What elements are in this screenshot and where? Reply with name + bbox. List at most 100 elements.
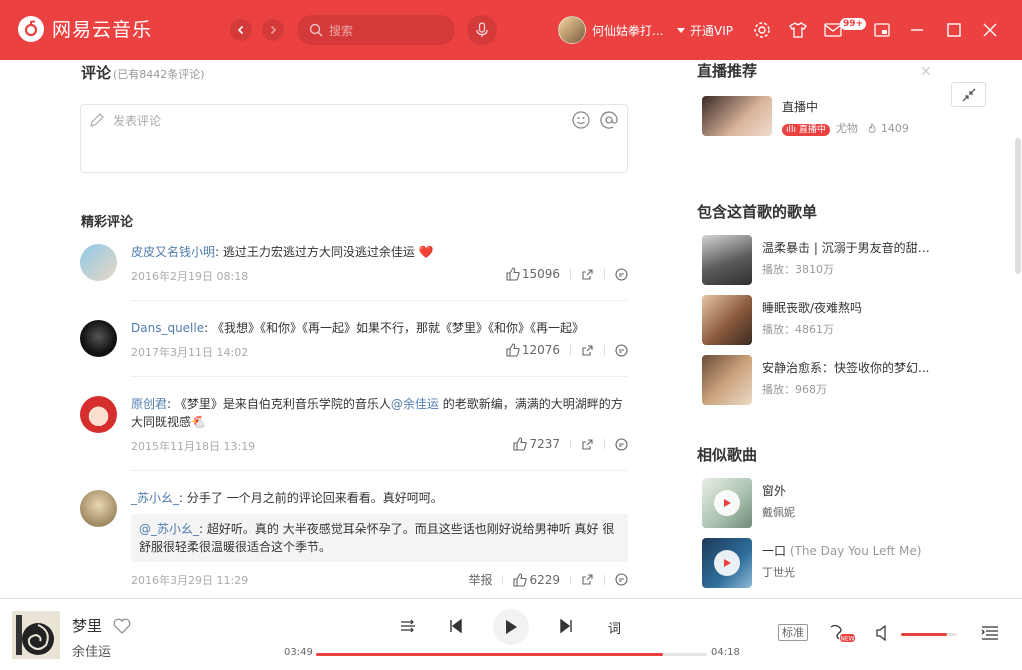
skin-button[interactable] bbox=[788, 20, 808, 40]
commenter-name[interactable]: 皮皮又名钱小明 bbox=[131, 245, 215, 259]
reply-icon[interactable] bbox=[615, 437, 628, 451]
close-icon bbox=[983, 23, 997, 37]
playlist-name: 温柔暴击 | 沉溺于男友音的甜蜜中 bbox=[762, 241, 937, 255]
comment-text: _苏小幺_: 分手了 一个月之前的评论回来看看。真好呵呵。 bbox=[131, 491, 443, 505]
commenter-avatar[interactable] bbox=[80, 490, 117, 527]
mention-link[interactable]: @余佳运 bbox=[391, 397, 439, 411]
maximize-icon bbox=[947, 23, 961, 37]
fire-icon bbox=[868, 123, 876, 133]
quoted-reply: @_苏小幺_: 超好听。真的 大半夜感觉耳朵怀孕了。而且这些话也刚好说给男神听 … bbox=[131, 514, 628, 562]
back-button[interactable] bbox=[230, 19, 252, 41]
reply-icon[interactable] bbox=[615, 267, 628, 281]
live-meta: ıllı 直播中 尤物 1409 bbox=[782, 120, 909, 136]
similar-song-item[interactable]: 窗外 戴佩妮 bbox=[702, 478, 1002, 528]
song-artist[interactable]: 戴佩妮 bbox=[762, 504, 795, 520]
commenter-avatar[interactable] bbox=[80, 244, 117, 281]
settings-button[interactable] bbox=[752, 20, 772, 40]
voice-search-button[interactable] bbox=[467, 15, 497, 45]
now-playing-artist[interactable]: 余佳运 bbox=[72, 641, 111, 660]
song-cover bbox=[702, 478, 752, 528]
play-song-button[interactable] bbox=[714, 490, 740, 516]
comment-textarea[interactable]: 发表评论 bbox=[80, 104, 628, 173]
username[interactable]: 何仙姑拳打... bbox=[592, 22, 670, 39]
share-icon[interactable] bbox=[581, 573, 594, 586]
album-cover[interactable] bbox=[12, 611, 60, 659]
next-button[interactable] bbox=[559, 619, 573, 633]
report-button[interactable]: 举报 bbox=[468, 571, 492, 588]
share-icon[interactable] bbox=[581, 268, 594, 281]
player-bar: 梦里 余佳运 词 03:49 04:18 标准 NEW bbox=[0, 598, 1022, 670]
playlist-item[interactable]: 睡眠丧歌/夜难熬吗 播放：4861万 bbox=[702, 295, 1002, 345]
user-avatar[interactable] bbox=[558, 16, 586, 44]
maximize-button[interactable] bbox=[944, 20, 964, 40]
commenter-name[interactable]: _苏小幺_ bbox=[131, 491, 179, 505]
live-heading: 直播推荐 bbox=[697, 62, 758, 80]
vip-button[interactable]: 开通VIP bbox=[676, 22, 733, 39]
share-icon[interactable] bbox=[581, 344, 594, 357]
skip-previous-icon bbox=[450, 619, 462, 633]
play-song-button[interactable] bbox=[714, 550, 740, 576]
comment-item: 原创君: 《梦里》是来自伯克利音乐学院的音乐人@余佳运 的老歌新编，满满的大明湖… bbox=[80, 396, 628, 471]
song-name-line: 一口 (The Day You Left Me) bbox=[762, 542, 937, 559]
album-art-icon bbox=[12, 611, 60, 659]
share-icon[interactable] bbox=[581, 438, 594, 451]
live-viewers: 1409 bbox=[880, 122, 909, 135]
like-button[interactable]: 12076 bbox=[506, 343, 560, 357]
play-button[interactable] bbox=[493, 609, 529, 645]
volume-button[interactable] bbox=[875, 625, 891, 641]
playlist-order-button[interactable] bbox=[400, 619, 416, 633]
reply-icon[interactable] bbox=[615, 343, 628, 357]
previous-button[interactable] bbox=[449, 619, 463, 633]
featured-comments-heading: 精彩评论 bbox=[81, 215, 134, 230]
mini-mode-button[interactable] bbox=[872, 20, 892, 40]
app-title: 网易云音乐 bbox=[52, 19, 153, 41]
like-button[interactable]: 15096 bbox=[506, 267, 560, 281]
progress-bar[interactable] bbox=[316, 653, 707, 656]
minimize-button[interactable] bbox=[907, 20, 927, 40]
scrollbar[interactable] bbox=[1015, 138, 1021, 274]
reply-icon[interactable] bbox=[615, 573, 628, 586]
commenter-name[interactable]: Dans_quelle bbox=[131, 321, 204, 335]
commenter-avatar[interactable] bbox=[80, 396, 117, 433]
app-logo[interactable]: 网易云音乐 bbox=[18, 15, 152, 42]
commenter-avatar[interactable] bbox=[80, 320, 117, 357]
close-live-icon[interactable]: ✕ bbox=[920, 64, 932, 80]
sound-effect-button[interactable]: NEW bbox=[829, 623, 855, 643]
live-item[interactable]: 直播中 ıllı 直播中 尤物 1409 bbox=[702, 96, 1002, 138]
skip-next-icon bbox=[560, 619, 572, 633]
song-artist[interactable]: 丁世光 bbox=[762, 564, 795, 580]
like-count: 12076 bbox=[521, 343, 560, 357]
comment-count: (已有8442条评论) bbox=[113, 68, 205, 81]
reply-user[interactable]: @_苏小幺_ bbox=[139, 522, 199, 536]
lyrics-button[interactable]: 词 bbox=[608, 618, 621, 637]
live-tag: ıllı 直播中 bbox=[782, 124, 830, 136]
playlist-item[interactable]: 安静治愈系：快签收你的梦幻... 播放：968万 bbox=[702, 355, 1002, 405]
quality-button[interactable]: 标准 bbox=[778, 624, 808, 641]
like-button[interactable]: 6229 bbox=[513, 573, 560, 587]
comment-text: 原创君: 《梦里》是来自伯克利音乐学院的音乐人@余佳运 的老歌新编，满满的大明湖… bbox=[131, 397, 623, 429]
live-name: 直播中 bbox=[782, 100, 819, 114]
playlist-plays: 播放：3810万 bbox=[762, 263, 834, 276]
playlist-item[interactable]: 温柔暴击 | 沉溺于男友音的甜蜜中 播放：3810万 bbox=[702, 235, 1002, 285]
search-input[interactable]: 搜索 bbox=[297, 15, 455, 45]
similar-song-item[interactable]: 一口 (The Day You Left Me) 丁世光 bbox=[702, 538, 1002, 588]
volume-slider[interactable] bbox=[901, 633, 957, 636]
mention-icon[interactable] bbox=[600, 111, 618, 129]
mini-mode-icon bbox=[874, 23, 890, 37]
netease-logo-icon bbox=[18, 15, 44, 42]
live-host: 尤物 bbox=[835, 122, 858, 135]
forward-button[interactable] bbox=[262, 19, 284, 41]
song-name: 一口 bbox=[762, 544, 787, 558]
heart-icon[interactable] bbox=[113, 618, 131, 634]
emoji-icon[interactable] bbox=[572, 111, 590, 129]
volume-fill bbox=[901, 633, 947, 636]
comment-actions: 15096 bbox=[506, 267, 628, 281]
song-alias: (The Day You Left Me) bbox=[789, 544, 922, 558]
close-button[interactable] bbox=[980, 20, 1000, 40]
like-button[interactable]: 7237 bbox=[513, 437, 560, 451]
playlist-button[interactable] bbox=[981, 625, 999, 641]
play-icon bbox=[724, 559, 731, 567]
song-cover bbox=[702, 538, 752, 588]
commenter-name[interactable]: 原创君 bbox=[131, 397, 167, 411]
search-placeholder: 搜索 bbox=[329, 23, 354, 38]
